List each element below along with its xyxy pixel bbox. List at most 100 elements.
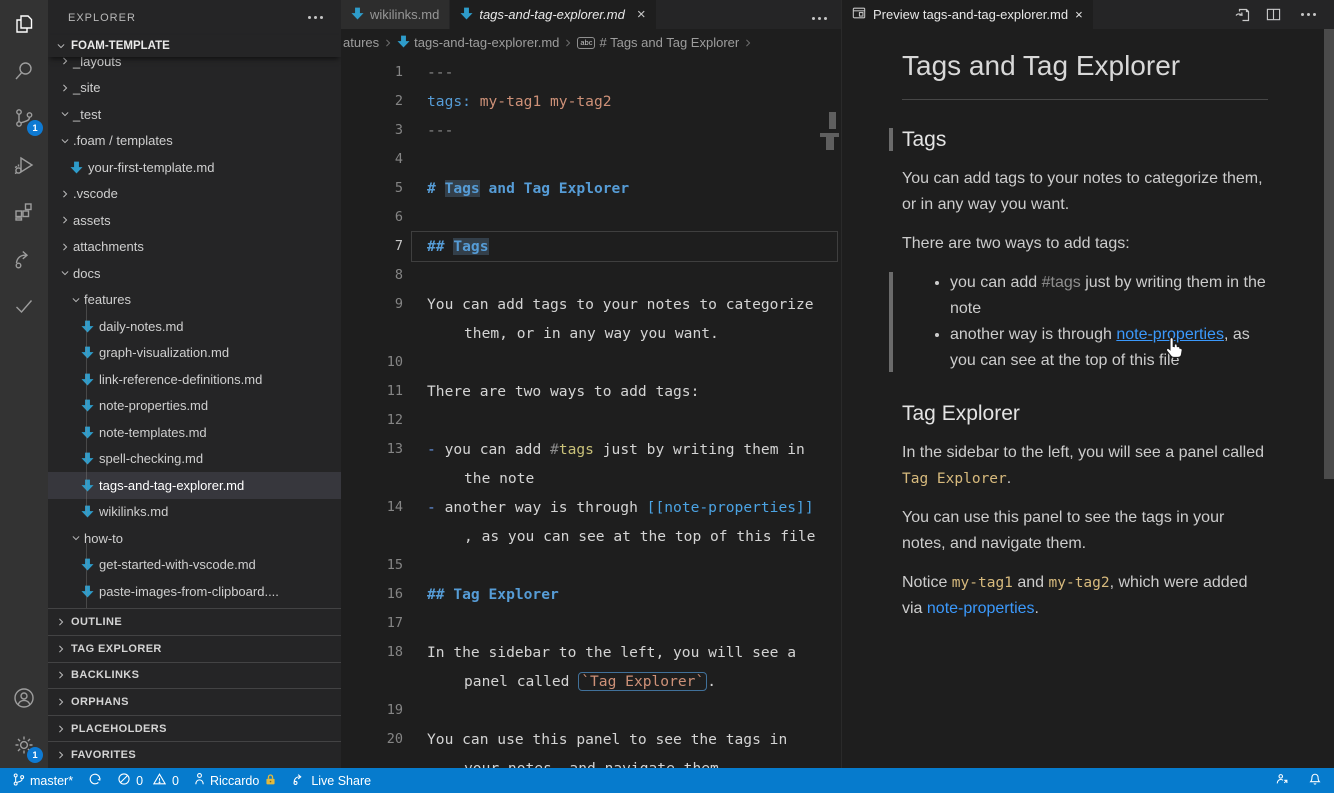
preview-tab[interactable]: Preview tags-and-tag-explorer.md ×	[842, 0, 1093, 29]
sync-item[interactable]	[88, 772, 102, 789]
breadcrumb-item[interactable]: atures	[343, 35, 379, 50]
close-icon[interactable]: ×	[637, 7, 646, 22]
code-line-3[interactable]: 3---	[341, 116, 841, 145]
preview-icon	[852, 6, 866, 23]
tree-item-docs[interactable]: docs	[48, 260, 341, 287]
code-line-18[interactable]: 18In the sidebar to the left, you will s…	[341, 638, 841, 667]
tree-item--vscode[interactable]: .vscode	[48, 181, 341, 208]
tree-item-shortcut-list-md[interactable]: shortcut-list.md	[48, 605, 341, 609]
panel-placeholders[interactable]: PLACEHOLDERS	[48, 715, 341, 742]
breadcrumb-item[interactable]: abc# Tags and Tag Explorer	[577, 35, 739, 50]
code-line-13-wrap[interactable]: the note	[341, 464, 841, 493]
tree-item-graph-visualization-md[interactable]: graph-visualization.md	[48, 340, 341, 367]
foam-markdown-file-icon	[78, 426, 97, 439]
tree-item-daily-notes-md[interactable]: daily-notes.md	[48, 313, 341, 340]
code-line-18-wrap[interactable]: panel called `Tag Explorer`.	[341, 667, 841, 696]
tree-item-link-reference-definitions-md[interactable]: link-reference-definitions.md	[48, 366, 341, 393]
tree-item-label: paste-images-from-clipboard....	[99, 584, 279, 599]
code-editor[interactable]: 1---2tags: my-tag1 my-tag23---45# Tags a…	[341, 56, 841, 768]
notifications-bell-icon[interactable]	[1308, 772, 1322, 790]
code-line-10[interactable]: 10	[341, 348, 841, 377]
code-line-20[interactable]: 20You can use this panel to see the tags…	[341, 725, 841, 754]
code-line-9[interactable]: 9You can add tags to your notes to categ…	[341, 290, 841, 319]
code-line-7[interactable]: 7## Tags	[341, 232, 841, 261]
panel-backlinks[interactable]: BACKLINKS	[48, 662, 341, 689]
tree-item-features[interactable]: features	[48, 287, 341, 314]
user-item[interactable]: Riccardo	[194, 772, 277, 789]
code-line-4[interactable]: 4	[341, 145, 841, 174]
activitybar-settings[interactable]: 1	[0, 721, 48, 768]
workspace-section-header[interactable]: FOAM-TEMPLATE	[48, 35, 341, 57]
editor-more-actions-icon[interactable]	[808, 0, 831, 37]
foam-markdown-file-icon	[78, 585, 97, 598]
code-line-11[interactable]: 11There are two ways to add tags:	[341, 377, 841, 406]
feedback-icon[interactable]	[1275, 772, 1290, 789]
editor-group: wikilinks.mdtags-and-tag-explorer.md× at…	[341, 0, 841, 768]
panel-favorites[interactable]: FAVORITES	[48, 741, 341, 768]
tree-item-tags-and-tag-explorer-md[interactable]: tags-and-tag-explorer.md	[48, 472, 341, 499]
code-line-6[interactable]: 6	[341, 203, 841, 232]
code-line-13[interactable]: 13- you can add #tags just by writing th…	[341, 435, 841, 464]
tree-item-wikilinks-md[interactable]: wikilinks.md	[48, 499, 341, 526]
editor-tab-wikilinks-md[interactable]: wikilinks.md	[341, 0, 450, 29]
code-line-15[interactable]: 15	[341, 551, 841, 580]
explorer-more-icon[interactable]	[304, 12, 327, 23]
tree-item-attachments[interactable]: attachments	[48, 234, 341, 261]
panel-outline[interactable]: OUTLINE	[48, 608, 341, 635]
chevron-down-icon	[56, 268, 73, 278]
status-bar-right	[1275, 772, 1322, 790]
foam-markdown-file-icon	[78, 346, 97, 359]
code-line-19[interactable]: 19	[341, 696, 841, 725]
activitybar-explorer[interactable]	[0, 0, 48, 47]
activitybar-source-control[interactable]: 1	[0, 94, 48, 141]
code-line-16[interactable]: 16## Tag Explorer	[341, 580, 841, 609]
activitybar-account[interactable]	[0, 674, 48, 721]
activitybar-search[interactable]	[0, 47, 48, 94]
git-branch-item[interactable]: master*	[12, 772, 73, 790]
tree-item-note-templates-md[interactable]: note-templates.md	[48, 419, 341, 446]
code-line-12[interactable]: 12	[341, 406, 841, 435]
note-link-hovered[interactable]: note-properties	[1116, 326, 1224, 343]
live-share-item[interactable]: Live Share	[292, 772, 371, 789]
code-line-14-wrap[interactable]: , as you can see at the top of this file	[341, 522, 841, 551]
split-editor-icon[interactable]	[1266, 7, 1281, 22]
problems-item[interactable]: 0 0	[117, 772, 179, 789]
tree-item-your-first-template-md[interactable]: your-first-template.md	[48, 154, 341, 181]
tree-item-label: graph-visualization.md	[99, 345, 229, 360]
code-line-9-wrap[interactable]: them, or in any way you want.	[341, 319, 841, 348]
tree-item--layouts[interactable]: _layouts	[48, 57, 341, 75]
chevron-right-icon	[563, 38, 573, 48]
panel-orphans[interactable]: ORPHANS	[48, 688, 341, 715]
code-line-14[interactable]: 14- another way is through [[note-proper…	[341, 493, 841, 522]
tree-item-spell-checking-md[interactable]: spell-checking.md	[48, 446, 341, 473]
code-line-5[interactable]: 5# Tags and Tag Explorer	[341, 174, 841, 203]
editor-tab-tags-and-tag-explorer-md[interactable]: tags-and-tag-explorer.md×	[450, 0, 656, 29]
activitybar-tasks[interactable]	[0, 282, 48, 329]
code-line-20-wrap[interactable]: your notes, and navigate them.	[341, 754, 841, 768]
line-number: 20	[341, 725, 403, 754]
code-line-17[interactable]: 17	[341, 609, 841, 638]
close-icon[interactable]: ×	[1075, 7, 1083, 22]
preview-content: Tags and Tag ExplorerTagsYou can add tag…	[842, 29, 1334, 768]
note-link[interactable]: note-properties	[927, 600, 1035, 617]
preview-scrollbar-thumb[interactable]	[1324, 29, 1334, 479]
tree-item--foam-templates[interactable]: .foam / templates	[48, 128, 341, 155]
tree-item-how-to[interactable]: how-to	[48, 525, 341, 552]
code-line-2[interactable]: 2tags: my-tag1 my-tag2	[341, 87, 841, 116]
tree-item-get-started-with-vscode-md[interactable]: get-started-with-vscode.md	[48, 552, 341, 579]
tree-item-note-properties-md[interactable]: note-properties.md	[48, 393, 341, 420]
code-line-8[interactable]: 8	[341, 261, 841, 290]
foam-markdown-file-icon	[397, 35, 410, 51]
panel-tag-explorer[interactable]: TAG EXPLORER	[48, 635, 341, 662]
tree-item-paste-images-from-clipboard-[interactable]: paste-images-from-clipboard....	[48, 578, 341, 605]
tree-item-assets[interactable]: assets	[48, 207, 341, 234]
code-line-1[interactable]: 1---	[341, 58, 841, 87]
activitybar-live-share[interactable]	[0, 235, 48, 282]
preview-more-actions-icon[interactable]	[1297, 9, 1320, 20]
activitybar-run-debug[interactable]	[0, 141, 48, 188]
open-source-file-icon[interactable]	[1234, 7, 1250, 23]
activitybar-extensions[interactable]	[0, 188, 48, 235]
tree-item--test[interactable]: _test	[48, 101, 341, 128]
breadcrumb-item[interactable]: tags-and-tag-explorer.md	[397, 35, 559, 51]
tree-item--site[interactable]: _site	[48, 75, 341, 102]
